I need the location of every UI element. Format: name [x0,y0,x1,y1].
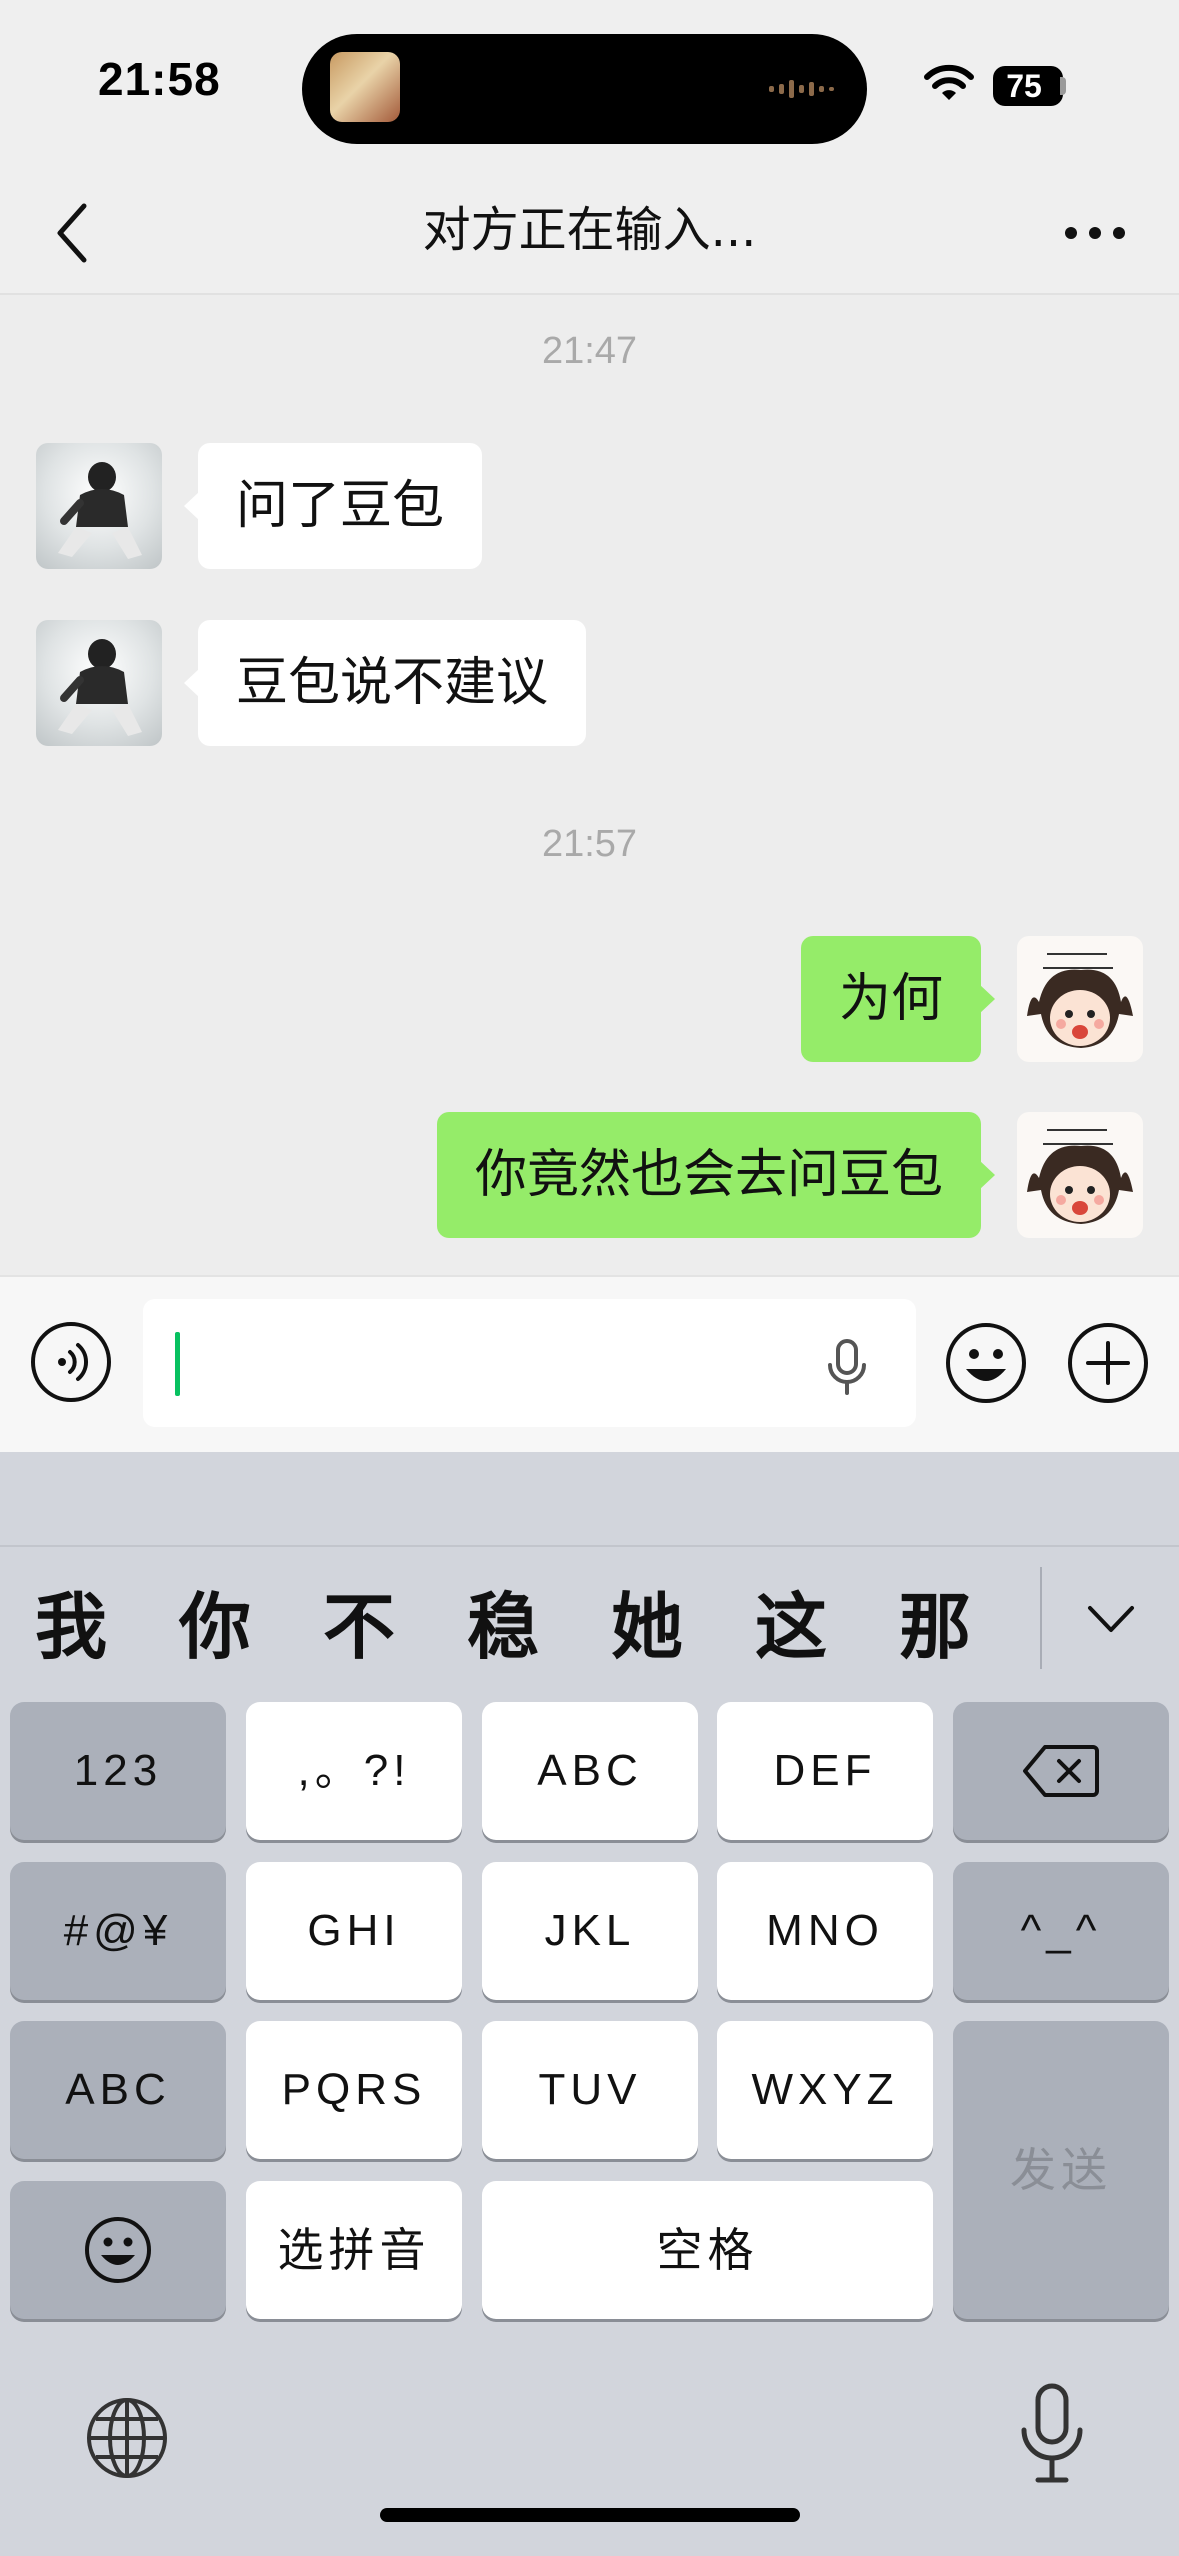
message-text: 豆包说不建议 [236,653,549,713]
candidate-word[interactable]: 这 [736,1582,846,1672]
candidate-word[interactable]: 我 [16,1582,126,1672]
candidate-word[interactable]: 你 [160,1582,270,1672]
contact-avatar[interactable] [36,443,162,569]
my-avatar[interactable] [1017,1112,1143,1238]
key-wxyz[interactable]: WXYZ [717,2021,933,2159]
key-abc-mode[interactable]: ABC [10,2021,226,2159]
key-choose-pinyin[interactable]: 选拼音 [246,2181,462,2319]
message-input[interactable] [143,1299,916,1427]
chat-timestamp: 21:47 [541,330,638,372]
battery-tip [1060,77,1066,95]
smiley-icon[interactable] [944,1321,1028,1405]
space-key[interactable]: 空格 [482,2181,933,2319]
microphone-icon[interactable] [823,1337,871,1397]
keyboard: 我 你 不 稳 她 这 那 123 ,。?! ABC DEF #@¥ GHI J… [0,1452,1179,2556]
key-emoticon[interactable]: ^_^ [953,1862,1169,2000]
candidate-word[interactable]: 那 [880,1582,990,1672]
key-abc[interactable]: ABC [482,1702,698,1840]
key-symbols[interactable]: #@¥ [10,1862,226,2000]
emoji-key[interactable] [10,2181,226,2319]
wifi-icon [924,64,974,100]
bubble-tail [979,984,995,1014]
send-key[interactable]: 发送 [953,2021,1169,2319]
person-figure-icon [58,639,142,736]
audio-wave-icon [769,80,834,98]
candidate-word[interactable]: 不 [304,1582,414,1672]
delete-key[interactable] [953,1702,1169,1840]
key-mno[interactable]: MNO [717,1862,933,2000]
chat-header: 对方正在输入... [0,170,1179,295]
now-playing-artwork [330,52,400,122]
message-text: 为何 [838,969,943,1029]
status-bar: 21:58 75 [0,0,1179,170]
message-input-bar [0,1275,1179,1452]
keyboard-divider [0,1545,1179,1547]
send-key-label: 发送 [1010,2143,1112,2197]
text-caret [175,1332,180,1396]
candidate-word[interactable]: 她 [592,1582,702,1672]
bubble-tail [184,491,200,521]
key-tuv[interactable]: TUV [482,2021,698,2159]
chevron-left-icon[interactable] [48,198,96,268]
message-text: 你竟然也会去问豆包 [474,1145,943,1205]
dynamic-island[interactable] [302,34,867,144]
chevron-down-icon[interactable] [1084,1592,1138,1646]
key-pqrs[interactable]: PQRS [246,2021,462,2159]
contact-avatar[interactable] [36,620,162,746]
message-bubble-incoming[interactable]: 问了豆包 [184,443,483,569]
key-jkl[interactable]: JKL [482,1862,698,2000]
bubble-tail [184,668,200,698]
key-123[interactable]: 123 [10,1702,226,1840]
key-def[interactable]: DEF [717,1702,933,1840]
status-time: 21:58 [98,53,221,105]
plus-circle-icon[interactable] [1066,1321,1150,1405]
candidate-divider [1040,1567,1042,1669]
ellipsis-icon[interactable] [1062,208,1128,258]
message-bubble-outgoing[interactable]: 为何 [800,936,995,1062]
cartoon-girl-icon [1027,953,1133,1048]
smiley-icon [85,2217,151,2283]
chat-title: 对方正在输入... [422,202,757,258]
battery-level: 75 [1006,68,1042,104]
globe-icon[interactable] [84,2395,170,2481]
chat-timestamp: 21:57 [541,823,638,865]
microphone-icon[interactable] [1012,2382,1092,2486]
message-bubble-outgoing[interactable]: 你竟然也会去问豆包 [436,1112,995,1238]
my-avatar[interactable] [1017,936,1143,1062]
backspace-icon [1023,1745,1099,1797]
home-indicator[interactable] [380,2508,800,2522]
bubble-tail [979,1160,995,1190]
key-ghi[interactable]: GHI [246,1862,462,2000]
message-text: 问了豆包 [236,476,445,536]
battery-indicator: 75 [993,66,1063,106]
message-bubble-incoming[interactable]: 豆包说不建议 [184,620,587,746]
voice-wave-icon[interactable] [30,1321,112,1403]
key-punctuation[interactable]: ,。?! [246,1702,462,1840]
candidate-word[interactable]: 稳 [448,1582,558,1672]
cartoon-girl-icon [1027,1129,1133,1224]
person-figure-icon [58,462,142,559]
